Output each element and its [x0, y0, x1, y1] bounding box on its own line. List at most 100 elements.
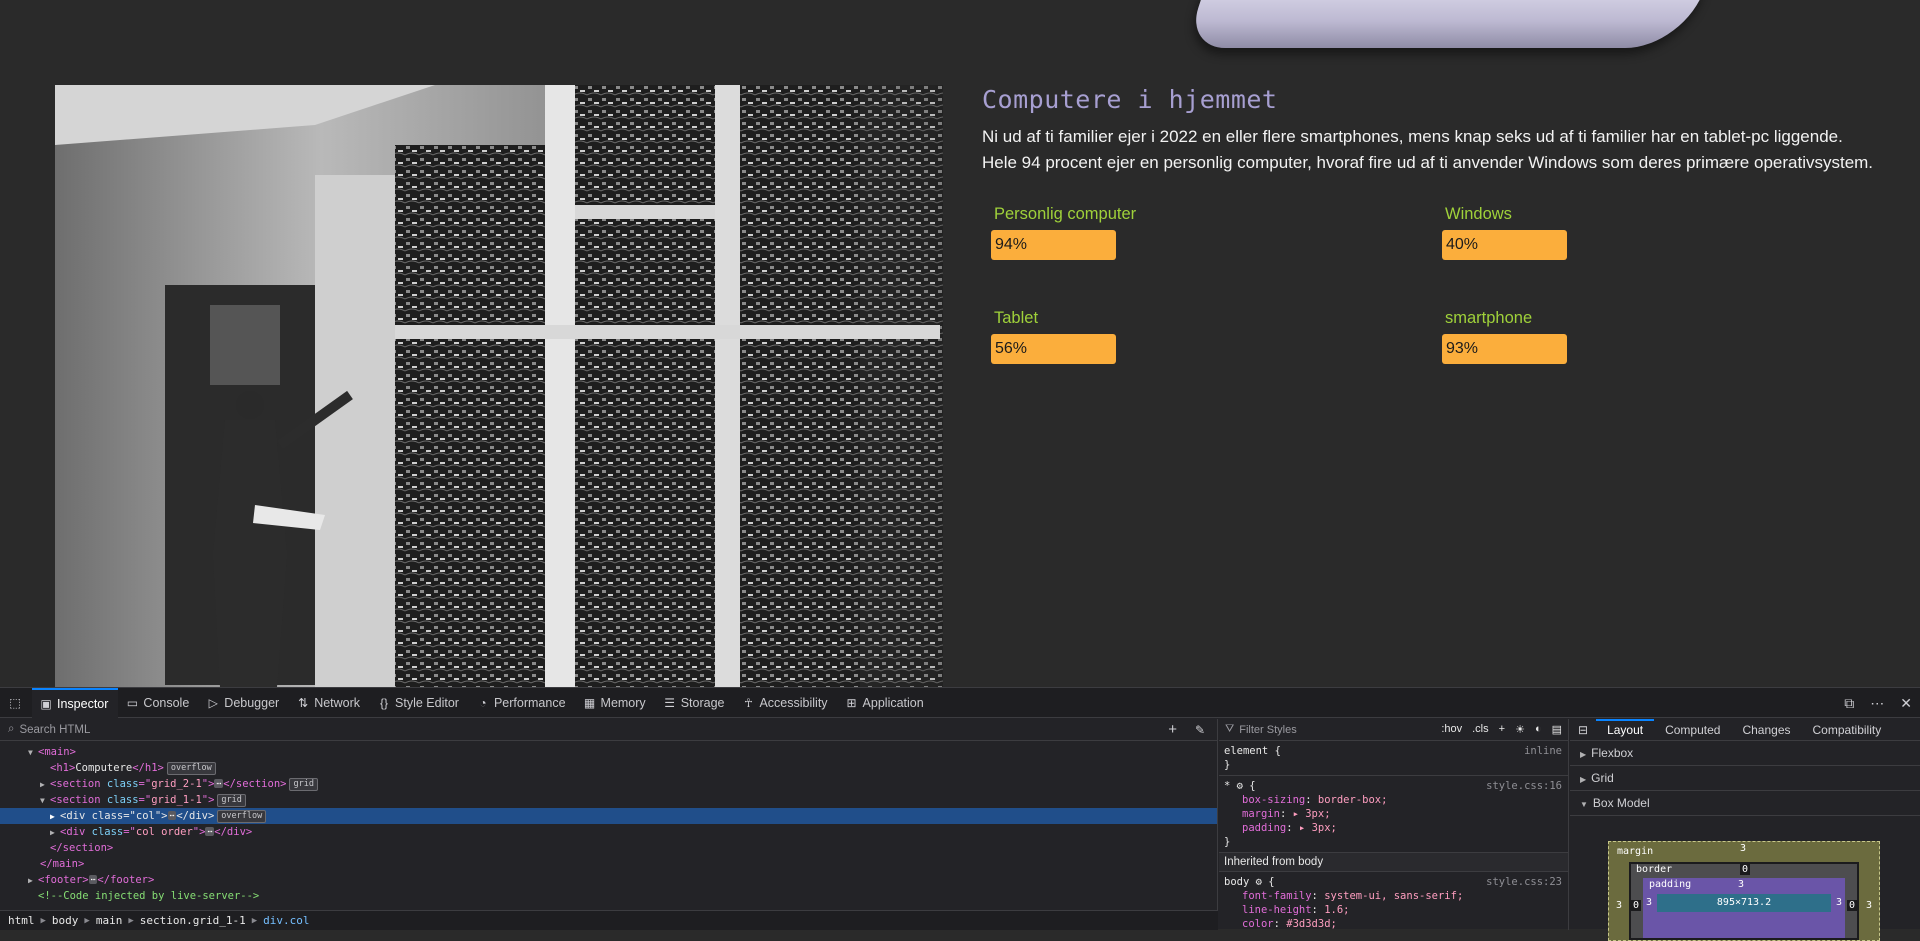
css-declaration[interactable]: padding: ▸ 3px;	[1224, 821, 1563, 835]
grid-section[interactable]: ▶ Grid	[1570, 766, 1920, 791]
hov-toggle[interactable]: :hov	[1441, 723, 1462, 736]
tree-row-footer[interactable]: ▶ <footer> ⋯ </footer>	[0, 872, 1217, 888]
tree-row-section-grid-2-1[interactable]: ▶ <section class="grid_2-1"> ⋯ </section> gr…	[0, 776, 1217, 792]
cls-toggle[interactable]: .cls	[1472, 723, 1489, 736]
laptop-image-edge	[1185, 0, 1705, 48]
expand-arrow-icon[interactable]: ▶	[50, 825, 60, 841]
light-mode-icon[interactable]: ☀	[1515, 723, 1525, 736]
content-column: Computere i hjemmet Ni ud af ti familier…	[982, 85, 1882, 364]
stat-bar: 93%	[1442, 334, 1567, 364]
collapse-arrow-icon[interactable]: ▼	[40, 793, 50, 809]
expand-arrow-icon[interactable]: ▶	[40, 777, 50, 793]
stat-tablet: Tablet 56%	[982, 309, 1282, 364]
box-model-section[interactable]: ▼ Box Model	[1570, 791, 1920, 816]
margin-right-value[interactable]: 3	[1866, 900, 1872, 911]
padding-right-value[interactable]: 3	[1836, 897, 1842, 908]
stat-bar: 94%	[991, 230, 1116, 260]
tab-layout[interactable]: Layout	[1596, 718, 1655, 741]
breadcrumb-item[interactable]: html	[8, 914, 35, 927]
flexbox-section[interactable]: ▶ Flexbox	[1570, 741, 1920, 766]
border-left-value[interactable]: 0	[1631, 900, 1642, 911]
rule-universal[interactable]: * ⚙ { style.css:16 box-sizing: border-bo…	[1219, 776, 1568, 853]
filter-icon: ⛛	[1225, 723, 1235, 735]
search-html-bar[interactable]: ⌕ Search HTML + ✎	[0, 719, 1217, 741]
box-model-margin[interactable]: margin 3 3 3 border 0 0 0 padding 3 3 3 …	[1608, 841, 1880, 941]
stat-label: Personlig computer	[994, 205, 1137, 223]
tab-inspector[interactable]: ▣ Inspector	[32, 687, 119, 718]
box-model-content-size[interactable]: 895×713.2	[1657, 894, 1831, 912]
grid-badge[interactable]: grid	[217, 794, 246, 807]
expand-arrow-icon[interactable]: ▶	[50, 809, 60, 825]
tab-label: Memory	[600, 695, 646, 710]
expand-arrow-icon: ▶	[1580, 750, 1587, 759]
inspector-icon: ▣	[40, 696, 52, 711]
tab-computed[interactable]: Computed	[1654, 719, 1731, 741]
eyedropper-icon[interactable]: ✎	[1195, 723, 1205, 737]
box-model-border[interactable]: border 0 0 0 padding 3 3 3 895×713.2	[1629, 862, 1859, 940]
close-icon[interactable]: ✕	[1900, 695, 1912, 712]
breadcrumb-item[interactable]: section.grid_1-1	[140, 914, 246, 927]
tree-row-h1[interactable]: <h1>Computere</h1> overflow	[0, 760, 1217, 776]
tree-row-div-col-order[interactable]: ▶ <div class="col order"> ⋯ </div>	[0, 824, 1217, 840]
breadcrumb: html ▶ body ▶ main ▶ section.grid_1-1 ▶ div.…	[0, 910, 1218, 930]
rule-source[interactable]: style.css:23	[1486, 875, 1562, 889]
padding-left-value[interactable]: 3	[1646, 897, 1652, 908]
add-node-icon[interactable]: +	[1168, 721, 1177, 738]
tab-style-editor[interactable]: {} Style Editor	[370, 688, 469, 718]
padding-top-value[interactable]: 3	[1738, 879, 1744, 890]
rule-body[interactable]: body ⚙ { style.css:23 font-family: syste…	[1219, 872, 1568, 934]
dock-side-icon[interactable]: ⧉	[1844, 695, 1854, 712]
tab-changes[interactable]: Changes	[1731, 719, 1801, 741]
collapse-arrow-icon[interactable]: ▼	[28, 745, 38, 761]
tree-row-main-close[interactable]: </main>	[0, 856, 1217, 872]
filter-styles-input[interactable]: Filter Styles	[1239, 724, 1296, 736]
tree-row-section-close[interactable]: </section>	[0, 840, 1217, 856]
rule-element[interactable]: element { inline }	[1219, 741, 1568, 776]
overflow-badge[interactable]: overflow	[217, 810, 267, 823]
expand-arrow-icon[interactable]: ▶	[28, 873, 38, 889]
margin-top-value[interactable]: 3	[1740, 843, 1746, 854]
dark-mode-icon[interactable]: ◐	[1535, 723, 1542, 736]
tab-application[interactable]: ⊞ Application	[838, 688, 934, 718]
search-html-input[interactable]: Search HTML	[19, 724, 90, 736]
margin-left-value[interactable]: 3	[1616, 900, 1622, 911]
add-rule-icon[interactable]: +	[1499, 723, 1505, 736]
sidebar-toggle-icon[interactable]: ⊟	[1570, 723, 1596, 737]
breadcrumb-item-current[interactable]: div.col	[263, 914, 309, 927]
tab-console[interactable]: ▭ Console	[118, 688, 199, 718]
tree-row-comment[interactable]: <!--Code injected by live-server-->	[0, 888, 1217, 904]
accessibility-icon: ☥	[743, 695, 753, 710]
tab-debugger[interactable]: ▷ Debugger	[199, 688, 289, 718]
more-options-icon[interactable]: ⋯	[1870, 695, 1884, 712]
tree-row-main[interactable]: ▼ <main>	[0, 744, 1217, 760]
css-declaration[interactable]: font-family: system-ui, sans-serif;	[1224, 889, 1563, 903]
breadcrumb-item[interactable]: body	[52, 914, 79, 927]
tree-row-section-grid-1-1[interactable]: ▼ <section class="grid_1-1"> grid	[0, 792, 1217, 808]
css-declaration[interactable]: margin: ▸ 3px;	[1224, 807, 1563, 821]
rule-source[interactable]: style.css:16	[1486, 779, 1562, 793]
search-icon: ⌕	[8, 723, 15, 735]
print-icon[interactable]: ▤	[1552, 723, 1562, 736]
tab-network[interactable]: ⇅ Network	[289, 688, 370, 718]
tab-compatibility[interactable]: Compatibility	[1802, 719, 1893, 741]
grid-badge[interactable]: grid	[289, 778, 318, 791]
css-declaration[interactable]: line-height: 1.6;	[1224, 903, 1563, 917]
css-declaration[interactable]: box-sizing: border-box;	[1224, 793, 1563, 807]
rule-source[interactable]: inline	[1524, 744, 1562, 758]
section-label: Grid	[1591, 771, 1614, 785]
tab-storage[interactable]: ☰ Storage	[656, 688, 735, 718]
border-right-value[interactable]: 0	[1846, 900, 1857, 911]
tab-performance[interactable]: ◔ Performance	[469, 688, 576, 718]
tree-row-div-col-selected[interactable]: ▶ <div class="col"> ⋯ </div> overflow	[0, 808, 1217, 824]
tab-label: Performance	[493, 695, 566, 710]
element-picker-icon[interactable]: ⬚	[0, 688, 32, 718]
tab-accessibility[interactable]: ☥ Accessibility	[734, 688, 837, 718]
border-top-value[interactable]: 0	[1740, 864, 1751, 875]
stat-windows: Windows 40%	[1433, 205, 1733, 260]
breadcrumb-item[interactable]: main	[96, 914, 123, 927]
computer-photo	[55, 85, 943, 687]
tab-memory[interactable]: ▦ Memory	[576, 688, 656, 718]
overflow-badge[interactable]: overflow	[166, 762, 216, 775]
box-model-padding[interactable]: padding 3 3 3 895×713.2	[1643, 878, 1845, 938]
expand-arrow-icon: ▶	[1580, 775, 1587, 784]
